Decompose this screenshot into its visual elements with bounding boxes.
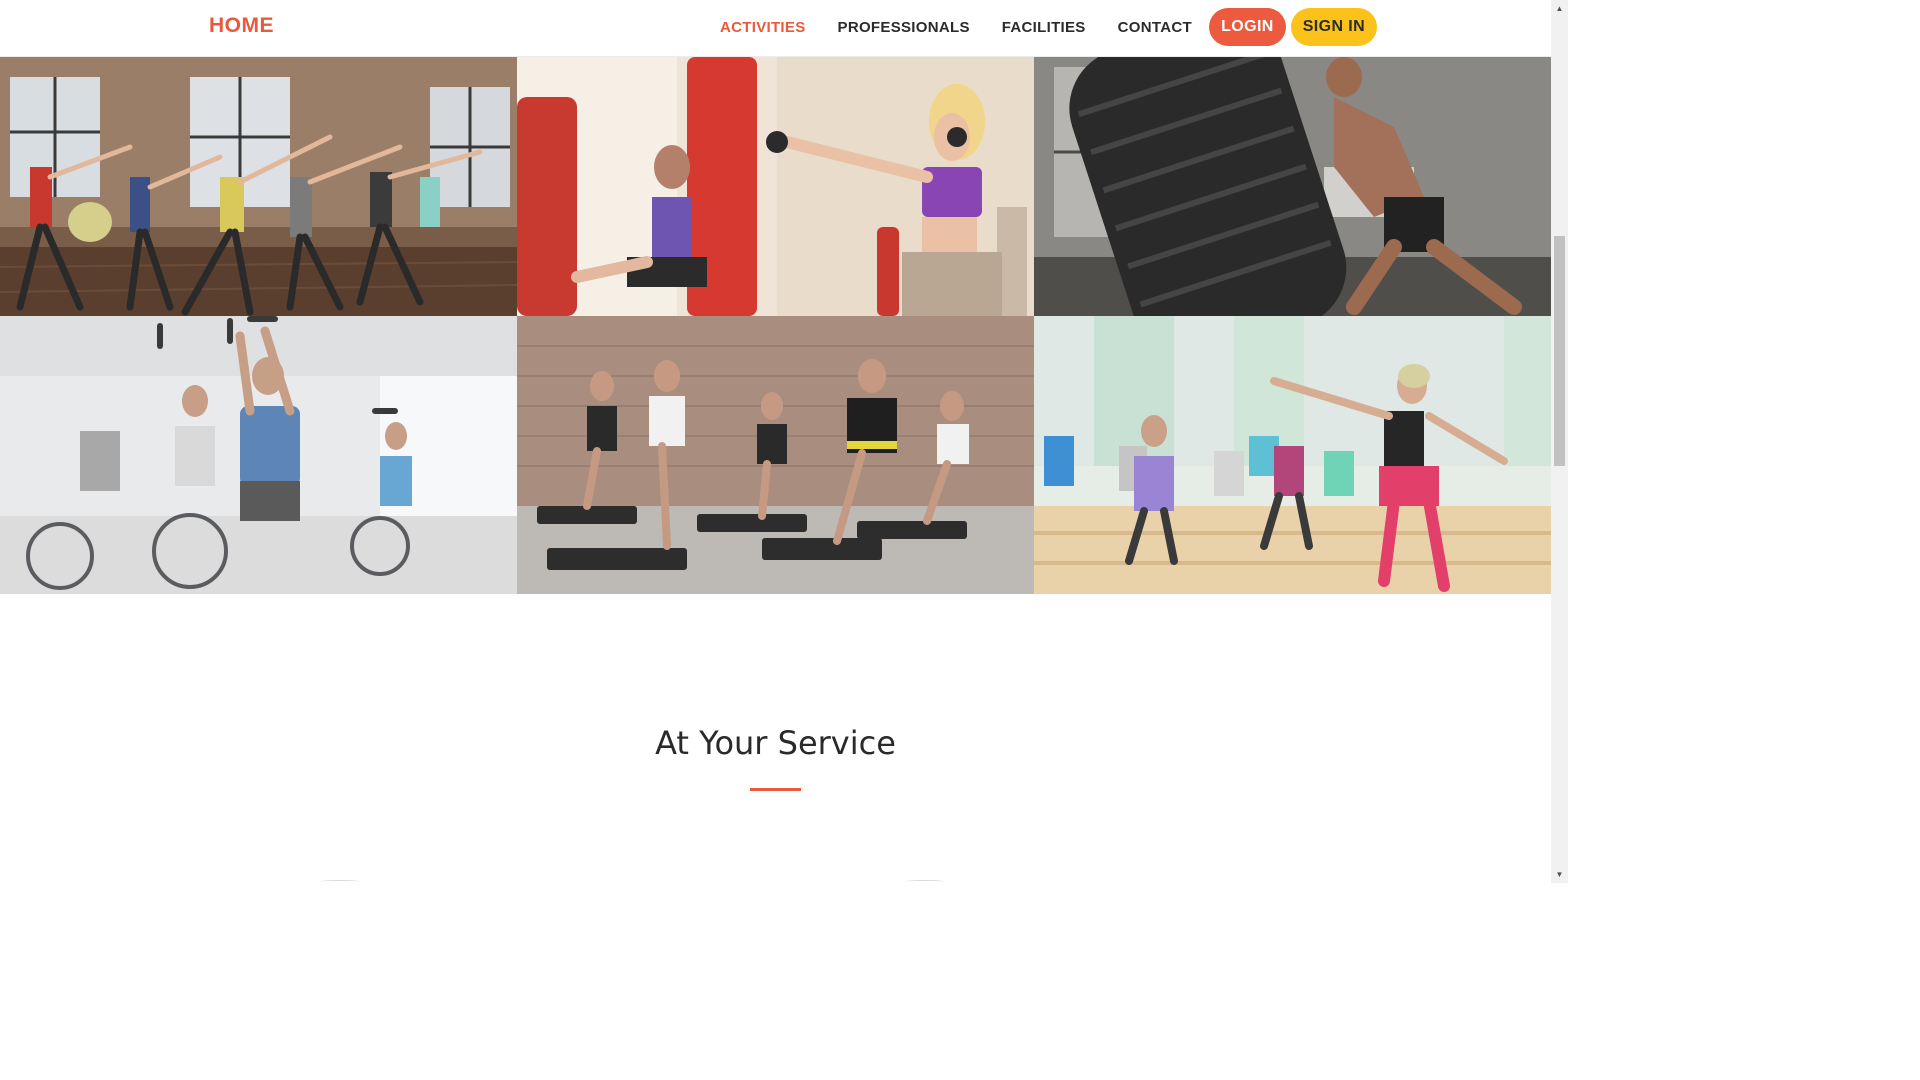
top-navbar: HOME ACTIVITIES PROFESSIONALS FACILITIES…: [0, 0, 1551, 57]
sign-in-button[interactable]: SIGN IN: [1290, 8, 1377, 46]
gallery-tile-step-aerobics[interactable]: [517, 316, 1034, 594]
gallery-tile-dance-fitness[interactable]: [1034, 316, 1551, 594]
step-aerobics-photo: [517, 316, 1034, 594]
spin-class-photo: [0, 316, 517, 594]
gallery-tile-spin-class[interactable]: [0, 316, 517, 594]
gallery-tile-tire-flip[interactable]: [1034, 57, 1551, 316]
service-card-edge: [905, 880, 945, 883]
scrollbar-thumb[interactable]: [1554, 236, 1565, 466]
page: HOME ACTIVITIES PROFESSIONALS FACILITIES…: [0, 0, 1568, 883]
vertical-scrollbar[interactable]: ▲ ▼: [1551, 0, 1568, 883]
gallery-tile-stretching[interactable]: [0, 57, 517, 316]
section-title: At Your Service: [655, 724, 896, 762]
login-button[interactable]: LOGIN: [1208, 8, 1286, 46]
home-link[interactable]: HOME: [209, 14, 274, 38]
gallery-tile-kickboxing[interactable]: [517, 57, 1034, 316]
nav-links: ACTIVITIES PROFESSIONALS FACILITIES CONT…: [704, 8, 1377, 46]
scroll-up-arrow-icon[interactable]: ▲: [1551, 0, 1568, 17]
dance-fitness-photo: [1034, 316, 1551, 594]
nav-link-activities[interactable]: ACTIVITIES: [704, 19, 822, 36]
tire-flip-photo: [1034, 57, 1551, 316]
scroll-down-arrow-icon[interactable]: ▼: [1551, 866, 1568, 883]
nav-link-contact[interactable]: CONTACT: [1102, 19, 1208, 36]
stretching-class-photo: [0, 57, 517, 316]
section-title-underline: [750, 788, 801, 791]
nav-link-professionals[interactable]: PROFESSIONALS: [822, 19, 986, 36]
service-card-edge: [320, 880, 360, 883]
kickboxing-photo: [517, 57, 1034, 316]
nav-link-facilities[interactable]: FACILITIES: [986, 19, 1102, 36]
